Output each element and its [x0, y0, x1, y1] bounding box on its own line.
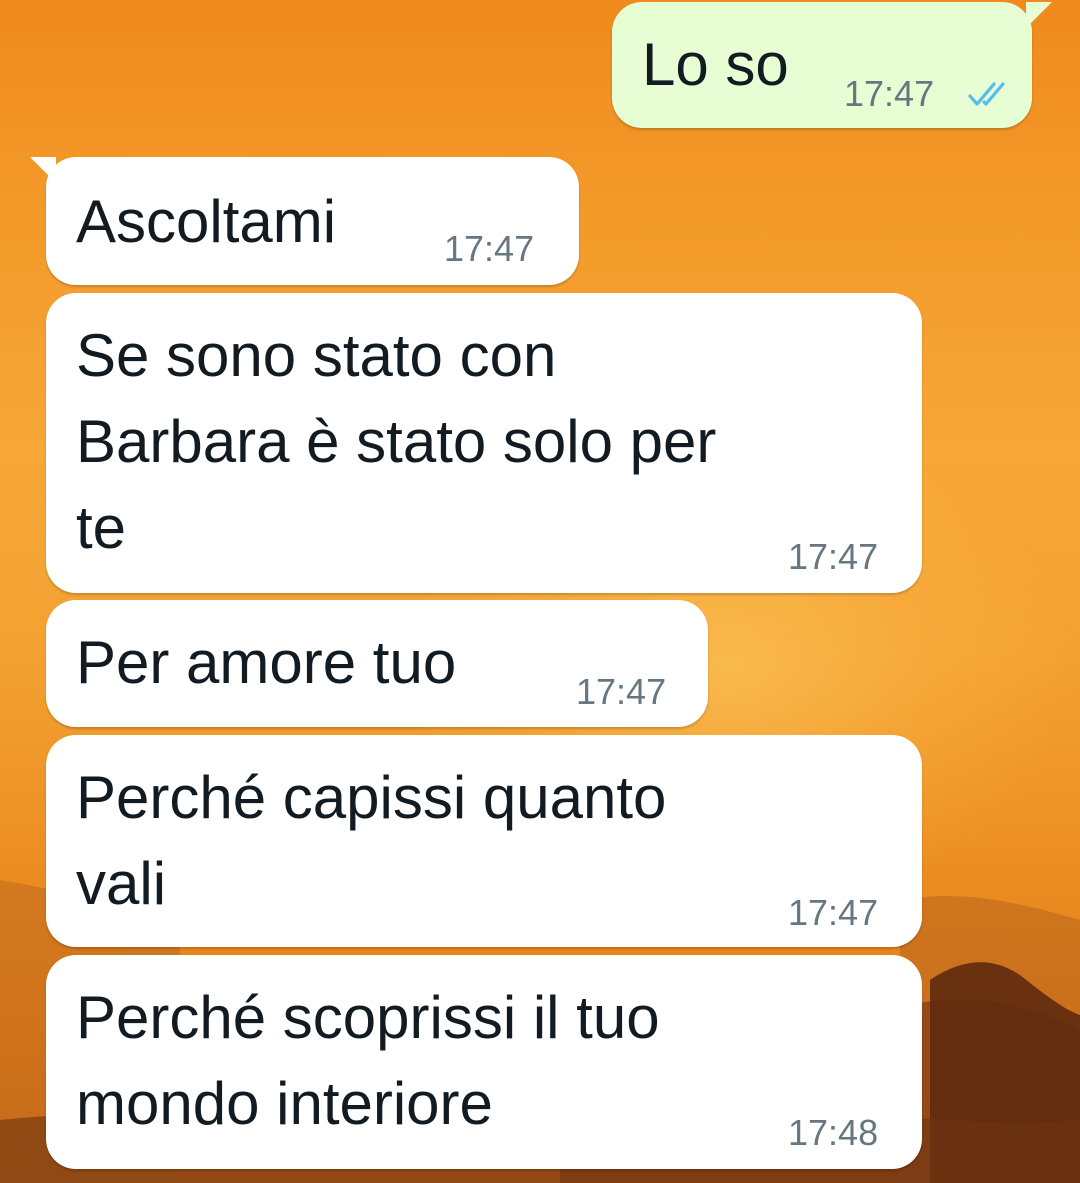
message-bubble-incoming[interactable]: Ascoltami 17:47 — [30, 157, 579, 285]
message-timestamp: 17:47 — [788, 892, 879, 933]
bubble-tail — [30, 157, 56, 183]
message-timestamp: 17:47 — [788, 536, 879, 577]
message-text: Perché scoprissi il tuo mondo interiore — [76, 984, 660, 1137]
message-bubble-incoming[interactable]: Se sono stato con Barbara è stato solo p… — [46, 293, 922, 593]
message-timestamp: 17:47 — [844, 73, 935, 114]
message-bubble-outgoing[interactable]: Lo so 17:47 — [612, 2, 1052, 128]
message-bubble-incoming[interactable]: Perché capissi quanto vali 17:47 — [46, 735, 922, 947]
message-text: Se sono stato con Barbara è stato solo p… — [76, 322, 717, 561]
message-text: Ascoltami — [76, 188, 337, 255]
message-bubble-incoming[interactable]: Perché scoprissi il tuo mondo interiore … — [46, 955, 922, 1169]
bubble-tail — [1026, 2, 1052, 28]
message-timestamp: 17:48 — [788, 1112, 879, 1153]
message-bubble-incoming[interactable]: Per amore tuo 17:47 — [46, 600, 708, 727]
message-text: Per amore tuo — [76, 629, 457, 696]
double-check-read-icon — [968, 82, 1005, 106]
message-text: Perché capissi quanto vali — [76, 764, 667, 917]
message-text: Lo so — [642, 31, 789, 98]
message-timestamp: 17:47 — [576, 671, 667, 712]
message-timestamp: 17:47 — [444, 228, 535, 269]
